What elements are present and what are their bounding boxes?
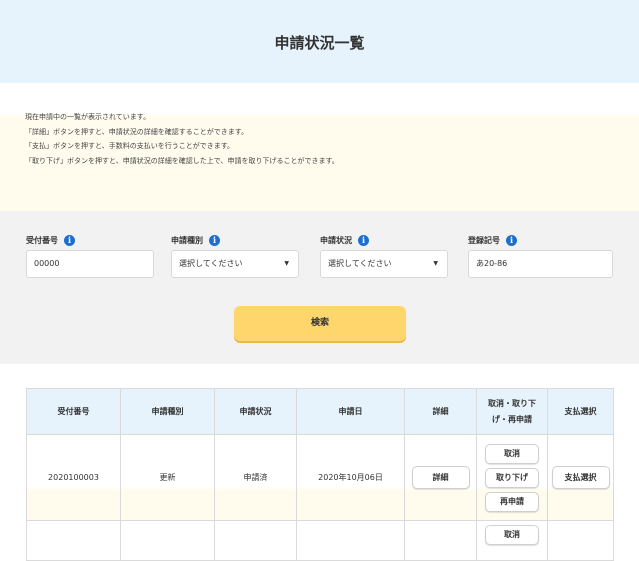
chevron-down-icon: ▼ — [433, 260, 438, 267]
description-line: 現在申請中の一覧が表示されています。 — [25, 113, 151, 121]
application-type-field: 申請種別 i 選択してください ▼ — [171, 233, 299, 278]
application-type-select[interactable]: 選択してください ▼ — [171, 250, 299, 278]
application-status-label: 申請状況 — [320, 235, 352, 245]
cancel-withdraw-cell: 取消 — [476, 520, 548, 561]
reapply-button[interactable]: 再申請 — [485, 491, 539, 512]
application-type-cell — [120, 520, 215, 561]
description-text: 現在申請中の一覧が表示されています。 「詳細」ボタンを押すと、申請状況の詳細を確… — [25, 110, 339, 168]
cancel-button[interactable]: 取消 — [485, 525, 539, 545]
description-line: 「支払」ボタンを押すと、手数料の支払いを行うことができます。 — [25, 142, 235, 150]
application-status-select[interactable]: 選択してください ▼ — [320, 250, 448, 278]
application-type-label: 申請種別 — [171, 235, 203, 245]
cancel-withdraw-cell: 取消 取り下げ 再申請 — [476, 434, 548, 521]
column-header: 申請状況 — [214, 388, 297, 435]
application-date-cell — [296, 520, 405, 561]
table-row: 2020100003 更新 申請済 2020年10月06日 詳細 取消 取り下げ… — [26, 434, 614, 521]
info-icon[interactable]: i — [506, 234, 517, 246]
info-icon[interactable]: i — [209, 234, 220, 246]
chevron-down-icon: ▼ — [284, 260, 289, 267]
description-panel: 現在申請中の一覧が表示されています。 「詳細」ボタンを押すと、申請状況の詳細を確… — [0, 103, 639, 211]
results-table: 受付番号 申請種別 申請状況 申請日 詳細 取消・取り下 げ・再申請 支払選択 … — [26, 388, 614, 561]
application-status-cell — [214, 520, 297, 561]
table-header-row: 受付番号 申請種別 申請状況 申請日 詳細 取消・取り下 げ・再申請 支払選択 — [26, 388, 614, 435]
detail-cell — [404, 520, 477, 561]
column-header: 申請種別 — [120, 388, 215, 435]
application-type-value: 選択してください — [179, 259, 243, 268]
detail-cell: 詳細 — [404, 434, 477, 521]
registration-mark-input[interactable]: あ20-86 — [468, 250, 613, 278]
description-line: 「詳細」ボタンを押すと、申請状況の詳細を確認することができます。 — [25, 127, 249, 136]
withdraw-button[interactable]: 取り下げ — [485, 467, 539, 488]
search-panel: 受付番号 i 00000 申請種別 i 選択してください ▼ 申請状況 i 選択… — [0, 211, 639, 364]
receipt-number-field: 受付番号 i 00000 — [26, 233, 154, 278]
payment-select-button[interactable]: 支払選択 — [551, 466, 610, 489]
application-status-field: 申請状況 i 選択してください ▼ — [320, 233, 448, 278]
column-header: 申請日 — [296, 388, 405, 435]
application-type-cell: 更新 — [120, 434, 215, 521]
cancel-button[interactable]: 取消 — [485, 443, 539, 464]
search-button[interactable]: 検索 — [234, 306, 406, 341]
receipt-number-input[interactable]: 00000 — [26, 250, 154, 278]
column-header: 取消・取り下 げ・再申請 — [476, 388, 548, 435]
page-title: 申請状況一覧 — [274, 34, 365, 52]
payment-cell: 支払選択 — [547, 434, 614, 521]
application-status-value: 選択してください — [328, 259, 392, 268]
receipt-number-cell — [26, 520, 121, 561]
description-line: 「取り下げ」ボタンを押すと、申請状況の詳細を確認した上で、申請を取り下げることが… — [25, 156, 339, 165]
page-header: 申請状況一覧 — [0, 0, 639, 83]
receipt-number-cell: 2020100003 — [26, 434, 121, 521]
column-header: 受付番号 — [26, 388, 121, 435]
registration-mark-label: 登録記号 — [468, 235, 500, 245]
registration-mark-field: 登録記号 i あ20-86 — [468, 233, 613, 278]
payment-cell — [547, 520, 614, 561]
application-status-cell: 申請済 — [214, 434, 297, 521]
receipt-number-label: 受付番号 — [26, 235, 58, 245]
column-header: 支払選択 — [547, 388, 614, 435]
detail-button[interactable]: 詳細 — [411, 466, 470, 489]
column-header: 詳細 — [404, 388, 477, 435]
application-date-cell: 2020年10月06日 — [296, 434, 405, 521]
info-icon[interactable]: i — [358, 234, 369, 246]
info-icon[interactable]: i — [64, 234, 75, 246]
table-row: 取消 — [26, 520, 614, 561]
